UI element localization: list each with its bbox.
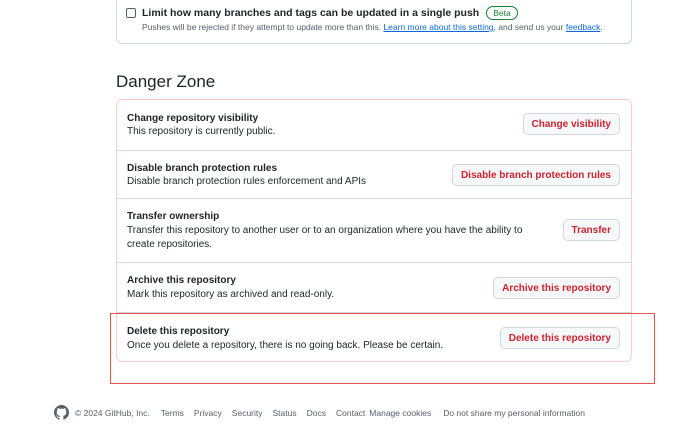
archive-repository-desc: Mark this repository as archived and rea… (127, 289, 335, 300)
transfer-ownership-desc: Transfer this repository to another user… (127, 225, 523, 250)
push-limit-checkbox[interactable] (126, 8, 136, 18)
delete-row-highlight (110, 313, 655, 384)
footer-link-status[interactable]: Status (273, 408, 297, 418)
push-limit-row: Limit how many branches and tags can be … (126, 6, 518, 20)
beta-badge: Beta (486, 6, 518, 20)
footer-link-privacy[interactable]: Privacy (194, 408, 222, 418)
footer-link-contact[interactable]: Contact (336, 408, 365, 418)
push-limit-setting: Limit how many branches and tags can be … (116, 0, 632, 44)
feedback-link[interactable]: feedback (566, 22, 601, 32)
disable-branch-protection-row: Disable branch protection rules Disable … (117, 150, 631, 198)
disable-branch-protection-desc: Disable branch protection rules enforcem… (127, 176, 367, 187)
push-limit-description: Pushes will be rejected if they attempt … (142, 22, 603, 32)
archive-repository-button[interactable]: Archive this repository (493, 277, 620, 299)
footer-link-manage-cookies[interactable]: Manage cookies (369, 408, 431, 418)
site-footer: © 2024 GitHub, Inc. Terms Privacy Securi… (54, 405, 595, 420)
push-limit-desc-middle: , and send us your (493, 22, 566, 32)
footer-copyright: © 2024 GitHub, Inc. (75, 407, 150, 418)
footer-link-security[interactable]: Security (232, 408, 263, 418)
change-visibility-row: Change repository visibility This reposi… (117, 100, 631, 150)
disable-branch-protection-title: Disable branch protection rules (127, 163, 278, 174)
github-logo-icon[interactable] (54, 405, 69, 420)
footer-link-docs[interactable]: Docs (307, 408, 326, 418)
push-limit-desc-suffix: . (600, 22, 603, 32)
danger-zone-heading: Danger Zone (116, 72, 216, 91)
push-limit-label: Limit how many branches and tags can be … (142, 7, 480, 19)
transfer-ownership-title: Transfer ownership (127, 211, 220, 222)
learn-more-link[interactable]: Learn more about this setting (383, 22, 493, 32)
footer-link-do-not-share[interactable]: Do not share my personal information (443, 408, 585, 418)
push-limit-desc-prefix: Pushes will be rejected if they attempt … (142, 22, 384, 32)
footer-link-terms[interactable]: Terms (161, 408, 184, 418)
disable-branch-protection-button[interactable]: Disable branch protection rules (451, 164, 620, 186)
archive-repository-row: Archive this repository Mark this reposi… (117, 262, 631, 312)
change-visibility-desc: This repository is currently public. (127, 126, 276, 137)
transfer-ownership-row: Transfer ownership Transfer this reposit… (117, 198, 631, 262)
archive-repository-title: Archive this repository (127, 275, 236, 286)
change-visibility-title: Change repository visibility (127, 113, 259, 124)
transfer-button[interactable]: Transfer (562, 219, 620, 241)
change-visibility-button[interactable]: Change visibility (522, 113, 620, 135)
